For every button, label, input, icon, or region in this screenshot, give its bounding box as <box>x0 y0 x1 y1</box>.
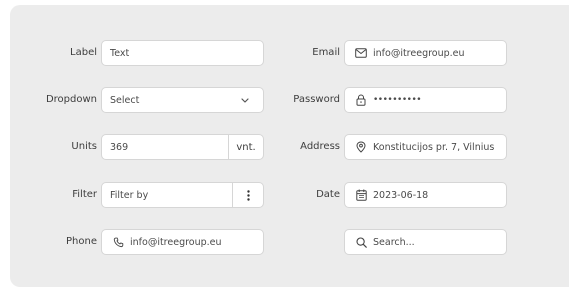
mail-icon <box>355 47 367 59</box>
dropdown-select[interactable]: Select <box>101 87 264 113</box>
address-input-value: Konstitucijos pr. 7, Vilnius <box>373 141 495 153</box>
filter-label: Filter <box>72 189 97 200</box>
search-input-placeholder: Search... <box>373 236 415 248</box>
form-panel: Label Text Dropdown Select Units 369 vnt… <box>10 5 569 287</box>
date-input-value: 2023-06-18 <box>373 189 429 201</box>
phone-label: Phone <box>66 236 97 247</box>
address-input[interactable]: Konstitucijos pr. 7, Vilnius <box>344 134 507 160</box>
units-input-value: 369 <box>110 141 129 153</box>
date-input[interactable]: 2023-06-18 <box>344 182 507 208</box>
address-label: Address <box>300 141 340 152</box>
units-input[interactable]: 369 vnt. <box>101 134 264 160</box>
dropdown-label: Dropdown <box>45 94 97 105</box>
email-input[interactable]: info@itreegroup.eu <box>344 40 507 66</box>
phone-input-value: info@itreegroup.eu <box>130 236 222 248</box>
calendar-icon <box>355 189 367 201</box>
units-label: Units <box>71 141 97 152</box>
text-input-value: Text <box>110 47 130 59</box>
date-label: Date <box>316 189 340 200</box>
password-label: Password <box>293 94 340 105</box>
search-input[interactable]: Search... <box>344 229 507 255</box>
password-input[interactable]: •••••••••• <box>344 87 507 113</box>
dropdown-selected-value: Select <box>110 94 140 106</box>
phone-icon <box>112 236 124 248</box>
filter-input-value: Filter by <box>110 189 149 201</box>
phone-input[interactable]: info@itreegroup.eu <box>101 229 264 255</box>
lock-icon <box>355 94 367 106</box>
password-input-value: •••••••••• <box>373 95 422 105</box>
email-label: Email <box>312 47 340 58</box>
label-text-label: Label <box>70 47 97 58</box>
text-input[interactable]: Text <box>101 40 264 66</box>
location-pin-icon <box>355 141 367 153</box>
search-icon <box>355 236 367 248</box>
email-input-value: info@itreegroup.eu <box>373 47 465 59</box>
filter-input[interactable]: Filter by <box>101 182 264 208</box>
